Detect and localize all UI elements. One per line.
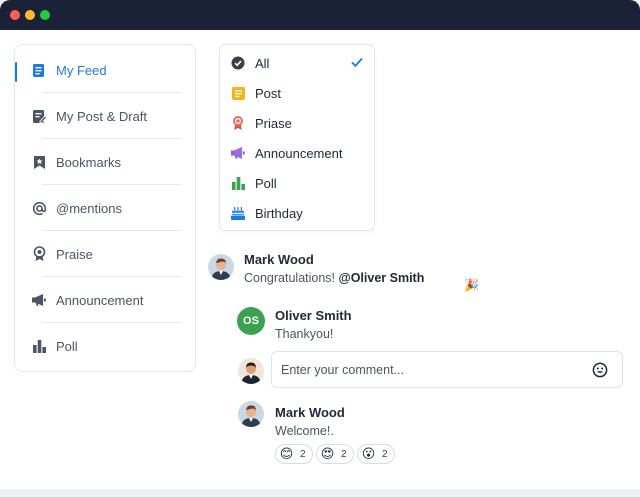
reply-text: Thankyou! xyxy=(275,327,334,341)
comment-input[interactable] xyxy=(281,360,581,380)
bottom-edge xyxy=(0,489,640,497)
poll-icon xyxy=(31,338,47,354)
filter-option-label: Post xyxy=(255,86,282,101)
award-ribbon-icon xyxy=(230,115,246,131)
reaction-count: 2 xyxy=(300,448,306,460)
reaction-smile[interactable]: 😊 2 xyxy=(275,444,313,464)
badge-icon xyxy=(31,246,47,262)
sidebar-item-label: Announcement xyxy=(56,292,144,308)
app-window: My Feed My Post & Draft Bookmarks @menti… xyxy=(0,0,640,497)
sidebar-item-mentions[interactable]: @mentions xyxy=(15,185,195,231)
filter-option-all[interactable]: All xyxy=(220,48,374,78)
sidebar-item-label: Poll xyxy=(56,338,78,354)
sidebar-item-poll[interactable]: Poll xyxy=(15,323,195,369)
reaction-surprised[interactable]: 😮 2 xyxy=(357,444,395,464)
filter-dropdown-menu: All Post Priase Announcement Poll Birthd… xyxy=(219,44,375,231)
filter-option-post[interactable]: Post xyxy=(220,78,374,108)
filter-option-label: Birthday xyxy=(255,206,303,221)
bookmark-icon xyxy=(31,154,47,170)
filter-option-label: Priase xyxy=(255,116,292,131)
sidebar-item-label: Bookmarks xyxy=(56,154,122,170)
sidebar: My Feed My Post & Draft Bookmarks @menti… xyxy=(14,44,196,372)
close-window-button[interactable] xyxy=(10,10,20,20)
at-icon xyxy=(31,200,47,216)
current-user-avatar xyxy=(238,358,264,384)
reply-author-name[interactable]: Oliver Smith xyxy=(275,308,352,323)
surprised-emoji-icon: 😮 xyxy=(361,446,376,461)
filter-option-label: Poll xyxy=(255,176,277,191)
sidebar-item-label: @mentions xyxy=(56,200,122,216)
reaction-count: 2 xyxy=(341,448,347,460)
avatar[interactable] xyxy=(238,401,264,427)
filter-option-priase[interactable]: Priase xyxy=(220,108,374,138)
comment-box xyxy=(271,351,623,388)
mention-link[interactable]: @Oliver Smith xyxy=(339,271,425,285)
sidebar-item-my-feed[interactable]: My Feed xyxy=(15,47,195,93)
maximize-window-button[interactable] xyxy=(40,10,50,20)
checkmark-icon xyxy=(350,55,364,69)
filter-option-label: Announcement xyxy=(255,146,343,161)
main-content: My Feed My Post & Draft Bookmarks @menti… xyxy=(0,30,640,497)
reply-text: Welcome!. xyxy=(275,424,334,438)
post-text: Congratulations! @Oliver Smith xyxy=(244,271,424,285)
reaction-heart-eyes[interactable]: 😍 2 xyxy=(316,444,354,464)
megaphone-icon xyxy=(31,292,47,308)
megaphone-icon xyxy=(230,145,246,161)
sidebar-item-label: My Post & Draft xyxy=(56,108,148,124)
avatar[interactable] xyxy=(208,254,234,280)
sidebar-item-praise[interactable]: Praise xyxy=(15,231,195,277)
active-indicator xyxy=(15,62,17,82)
post-message: Congratulations! xyxy=(244,271,339,285)
filter-option-poll[interactable]: Poll xyxy=(220,168,374,198)
filter-option-announcement[interactable]: Announcement xyxy=(220,138,374,168)
smile-emoji-icon: 😊 xyxy=(279,446,294,461)
reaction-count: 2 xyxy=(382,448,388,460)
emoji-picker-icon[interactable] xyxy=(592,362,608,378)
birthday-cake-icon xyxy=(230,205,246,221)
minimize-window-button[interactable] xyxy=(25,10,35,20)
window-titlebar xyxy=(0,0,640,30)
avatar[interactable]: OS xyxy=(237,307,265,335)
sidebar-item-label: My Feed xyxy=(56,62,107,78)
filter-option-label: All xyxy=(255,56,270,71)
check-circle-icon xyxy=(230,55,246,71)
post-author-name[interactable]: Mark Wood xyxy=(244,252,314,267)
sidebar-item-label: Praise xyxy=(56,246,93,262)
filter-option-birthday[interactable]: Birthday xyxy=(220,198,374,228)
heart-eyes-emoji-icon: 😍 xyxy=(320,446,335,461)
reply-author-name[interactable]: Mark Wood xyxy=(275,405,345,420)
post-icon xyxy=(230,85,246,101)
poll-icon xyxy=(230,175,246,191)
sidebar-item-bookmarks[interactable]: Bookmarks xyxy=(15,139,195,185)
sidebar-item-my-post-draft[interactable]: My Post & Draft xyxy=(15,93,195,139)
sidebar-item-announcement[interactable]: Announcement xyxy=(15,277,195,323)
feed-icon xyxy=(31,62,47,78)
edit-doc-icon xyxy=(31,108,47,124)
party-popper-icon: 🎉 xyxy=(464,278,479,292)
